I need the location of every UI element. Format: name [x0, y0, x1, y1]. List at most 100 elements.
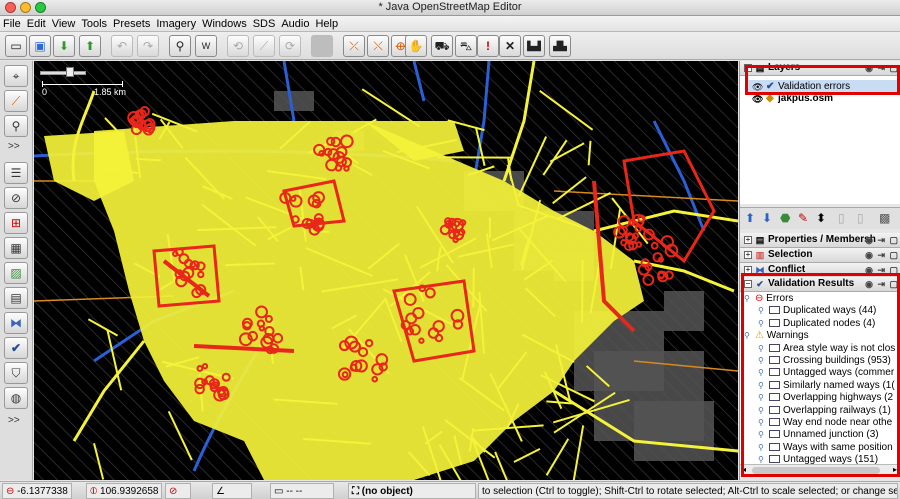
building-icon-1[interactable]: ▙▟ — [523, 35, 545, 57]
scale-end-label: 1.85 km — [94, 87, 127, 97]
scale-line — [42, 84, 122, 85]
scale-bar: 0 1.85 km — [40, 65, 150, 99]
status-bar: ⊖ -6.1377338 ⦶ 106.9392658 ⊘ ∠ ▭ -- -- ⛶… — [0, 481, 900, 499]
move-down-icon[interactable]: ⬇ — [762, 211, 772, 225]
building-block — [274, 91, 314, 111]
wireframe-icon[interactable]: W — [195, 35, 217, 57]
expand-icon[interactable]: + — [744, 236, 752, 244]
menu-edit[interactable]: Edit — [24, 16, 49, 30]
selection-panel-title: Selection — [768, 249, 813, 260]
relation-toggle-icon[interactable]: ⊞ — [4, 212, 28, 234]
bus-icon[interactable]: ⛍ — [455, 35, 477, 57]
show-hide-icon[interactable]: ✎ — [798, 211, 808, 225]
highlight-box-layers — [745, 65, 900, 95]
title-bar: * Java OpenStreetMap Editor — [0, 0, 900, 16]
open-icon[interactable]: ▭ — [5, 35, 27, 57]
filter-toggle-icon[interactable]: ⛉ — [4, 362, 28, 384]
redo-icon[interactable]: ↷ — [137, 35, 159, 57]
selection-icon: ⛶ — [352, 486, 359, 497]
building-block — [664, 291, 704, 331]
upload-icon[interactable]: ⬆ — [79, 35, 101, 57]
warning-icon[interactable]: ! — [477, 35, 499, 57]
expand-icon[interactable]: + — [744, 251, 752, 259]
selection-field: ⛶ (no object) — [348, 483, 476, 499]
selection-panel-header[interactable]: + ▥ Selection ◉ ⇥ ▢ — [740, 248, 900, 263]
building-icon-2[interactable]: ▟▙ — [549, 35, 571, 57]
panel-controls-icon[interactable]: ◉ ⇥ ▢ — [865, 233, 899, 247]
ruler-icon: ▭ — [274, 486, 284, 497]
help-text: to selection (Ctrl to toggle); Shift-Ctr… — [482, 486, 898, 497]
select-mode-icon[interactable]: ⌖ — [4, 65, 28, 87]
building-block — [634, 401, 714, 461]
more-dialogs-icon[interactable]: >> — [8, 415, 20, 426]
move-up-icon[interactable]: ⬆ — [745, 211, 755, 225]
delete-layer-icon[interactable]: ▩ — [879, 211, 890, 225]
draw-mode-icon[interactable]: ⟋ — [4, 90, 28, 112]
zoom-slider-knob[interactable] — [66, 67, 74, 77]
align-line-icon[interactable]: ⟋ — [253, 35, 275, 57]
mode-toolbar: ⌖ ⟋ ⚲ >> ☰ ⊘ ⊞ ▦ ▨ ▤ ⧓ ✔ ⛉ ◍ >> — [0, 61, 33, 480]
map-paint-toggle-icon[interactable]: ▨ — [4, 262, 28, 284]
zoom-slider-track[interactable] — [40, 71, 86, 75]
help-text-field: to selection (Ctrl to toggle); Shift-Ctr… — [478, 483, 898, 499]
josm-window: * Java OpenStreetMap Editor File Edit View… — [0, 0, 900, 499]
menu-windows[interactable]: Windows — [199, 16, 250, 30]
longitude-icon: ⦶ — [90, 486, 98, 497]
menu-imagery[interactable]: Imagery — [153, 16, 199, 30]
scale-start-label: 0 — [42, 87, 48, 97]
menu-bar: File Edit View Tools Presets Imagery Windows SD… — [0, 16, 900, 32]
right-panels: − ▤ Layers ◉ ⇥ ▢ 👁 ✔ Validation errors 👁… — [739, 61, 900, 480]
align-circle-icon[interactable]: ⟲ — [227, 35, 249, 57]
heading-field: ⊘ — [165, 483, 191, 499]
empty-slot-icon — [311, 35, 333, 57]
latitude-field: ⊖ -6.1377338 — [2, 483, 72, 499]
commands-toggle-icon[interactable]: ▤ — [4, 287, 28, 309]
duplicate-icon[interactable]: ▯ — [838, 211, 845, 225]
properties-panel-title: Properties / Membersh — [768, 234, 876, 245]
refresh-icon[interactable]: ⟳ — [279, 35, 301, 57]
tool-icon-2[interactable]: ⤬ — [367, 35, 389, 57]
download-icon[interactable]: ⬇ — [53, 35, 75, 57]
main-toolbar: ▭ ▣ ⬇ ⬆ ↶ ↷ ⚲ W ⟲ ⟋ ⟳ ⤫ ⤬ ⟴ ✋ ⛟ ⛍ ! ✕ ▙▟… — [0, 32, 900, 60]
menu-presets[interactable]: Presets — [110, 16, 153, 30]
author-toggle-icon[interactable]: ◍ — [4, 387, 28, 409]
menu-help[interactable]: Help — [312, 16, 341, 30]
save-icon[interactable]: ▣ — [29, 35, 51, 57]
longitude-value: 106.9392658 — [100, 486, 159, 497]
panel-controls-icon[interactable]: ◉ ⇥ ▢ — [865, 248, 899, 262]
hand-icon[interactable]: ✋ — [405, 35, 427, 57]
menu-sds[interactable]: SDS — [250, 16, 279, 30]
info-icon[interactable]: ⬍ — [816, 211, 826, 225]
properties-panel-header[interactable]: + ▤ Properties / Membersh ◉ ⇥ ▢ — [740, 233, 900, 248]
menu-tools[interactable]: Tools — [78, 16, 110, 30]
more-modes-icon[interactable]: >> — [8, 141, 20, 152]
menu-audio[interactable]: Audio — [278, 16, 312, 30]
map-canvas[interactable] — [34, 61, 738, 480]
menu-file[interactable]: File — [0, 16, 24, 30]
car-icon[interactable]: ⛟ — [431, 35, 453, 57]
longitude-field: ⦶ 106.9392658 — [86, 483, 162, 499]
layers-list: 👁 ✔ Validation errors 👁 ◆ jakpus.osm — [740, 76, 900, 204]
distance-field: ▭ -- -- — [270, 483, 334, 499]
preferences-icon[interactable]: ⚲ — [169, 35, 191, 57]
angle-field: ∠ — [212, 483, 252, 499]
tool-icon-1[interactable]: ⤫ — [343, 35, 365, 57]
zoom-mode-icon[interactable]: ⚲ — [4, 115, 28, 137]
blank-icon[interactable]: ▯ — [857, 211, 864, 225]
undo-icon[interactable]: ↶ — [111, 35, 133, 57]
close-icon[interactable]: ✕ — [499, 35, 521, 57]
selection-icon: ▥ — [755, 250, 765, 260]
menu-view[interactable]: View — [49, 16, 79, 30]
conflict-toggle-icon[interactable]: ⧓ — [4, 312, 28, 334]
merge-layer-icon[interactable]: ⬣ — [780, 211, 790, 225]
latitude-icon: ⊖ — [6, 486, 15, 497]
angle-icon: ∠ — [216, 486, 225, 497]
selection-value: (no object) — [361, 486, 413, 497]
distance-value: -- -- — [286, 486, 303, 497]
layers-toggle-icon[interactable]: ☰ — [4, 162, 28, 184]
map-view[interactable]: 0 1.85 km — [34, 61, 738, 480]
selected-way — [472, 267, 475, 308]
history-toggle-icon[interactable]: ▦ — [4, 237, 28, 259]
validator-toggle-icon[interactable]: ✔ — [4, 337, 28, 359]
tag-toggle-icon[interactable]: ⊘ — [4, 187, 28, 209]
